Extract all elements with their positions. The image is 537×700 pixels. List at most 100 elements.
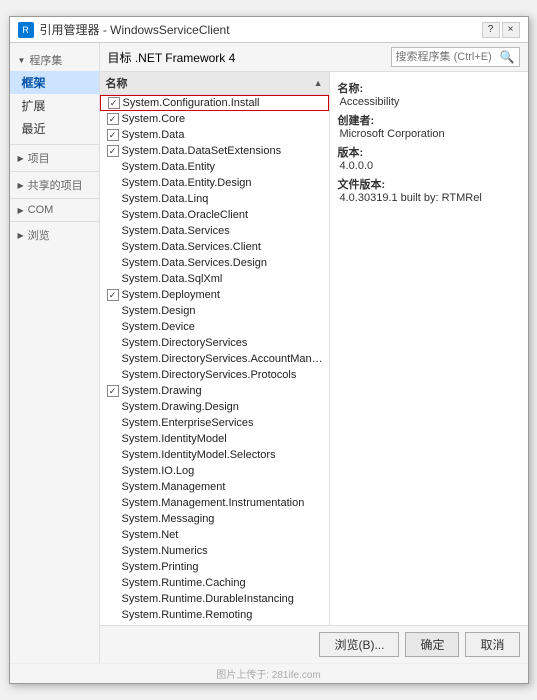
checkbox-area <box>104 321 122 333</box>
checkbox-area <box>104 161 122 173</box>
list-item[interactable]: System.Data.DataSetExtensions <box>100 143 329 159</box>
title-bar-left: R 引用管理器 - WindowsServiceClient <box>18 21 230 38</box>
list-item[interactable]: System.Design <box>100 303 329 319</box>
projects-header[interactable]: ▶ 项目 <box>10 147 99 169</box>
checkbox-area <box>104 497 122 509</box>
app-icon: R <box>18 22 34 38</box>
sidebar: ▼ 程序集 框架 扩展 最近 ▶ 项目 ▶ 共享的项目 ▶ COM <box>10 43 100 663</box>
ok-button[interactable]: 确定 <box>405 632 459 657</box>
assembly-name: System.Data.Entity <box>122 161 325 173</box>
watermark-text: 图片上传于: 281ife.com <box>216 670 320 681</box>
reference-manager-window: R 引用管理器 - WindowsServiceClient ? × ▼ 程序集… <box>9 16 529 684</box>
list-item[interactable]: System.Core <box>100 111 329 127</box>
name-row: 名称: Accessibility <box>338 80 520 108</box>
list-item[interactable]: System.Messaging <box>100 511 329 527</box>
cancel-button[interactable]: 取消 <box>465 632 519 657</box>
assembly-name: System.Data.Services.Design <box>122 257 325 269</box>
name-column-header: 名称 <box>106 75 128 91</box>
list-item[interactable]: System.Runtime.DurableInstancing <box>100 591 329 607</box>
list-item[interactable]: System.Printing <box>100 559 329 575</box>
list-item[interactable]: System.Net <box>100 527 329 543</box>
window-title: 引用管理器 - WindowsServiceClient <box>40 21 230 38</box>
list-item[interactable]: System.Management.Instrumentation <box>100 495 329 511</box>
sidebar-item-extensions[interactable]: 扩展 <box>10 94 99 117</box>
checkbox-checked[interactable] <box>107 289 119 301</box>
assemblies-header[interactable]: ▼ 程序集 <box>10 49 99 71</box>
search-input[interactable] <box>396 51 496 63</box>
checkbox-checked[interactable] <box>108 97 120 109</box>
content-area: ▼ 程序集 框架 扩展 最近 ▶ 项目 ▶ 共享的项目 ▶ COM <box>10 43 528 663</box>
checkbox-area <box>104 225 122 237</box>
name-value: Accessibility <box>338 96 520 108</box>
checkbox-area <box>104 609 122 621</box>
assemblies-label: 程序集 <box>29 52 62 68</box>
list-item[interactable]: System.Drawing <box>100 383 329 399</box>
list-item[interactable]: System.Data.Linq <box>100 191 329 207</box>
checkbox-checked[interactable] <box>107 113 119 125</box>
list-item[interactable]: System.IdentityModel.Selectors <box>100 447 329 463</box>
list-item[interactable]: System.Drawing.Design <box>100 399 329 415</box>
checkbox-checked[interactable] <box>107 129 119 141</box>
assembly-name: System.Configuration.Install <box>123 97 324 109</box>
help-button[interactable]: ? <box>482 22 500 38</box>
list-item[interactable]: System.Data.Entity.Design <box>100 175 329 191</box>
list-item[interactable]: System.DirectoryServices.Protocols <box>100 367 329 383</box>
list-item[interactable]: System.EnterpriseServices <box>100 415 329 431</box>
list-item[interactable]: System.IO.Log <box>100 463 329 479</box>
close-button[interactable]: × <box>502 22 520 38</box>
assembly-name: System.Management.Instrumentation <box>122 497 325 509</box>
list-item[interactable]: System.Data.Services.Design <box>100 255 329 271</box>
checkbox-area <box>104 337 122 349</box>
list-item[interactable]: System.Data.Services <box>100 223 329 239</box>
creator-label: 创建者: <box>338 112 520 128</box>
checkbox-checked[interactable] <box>107 145 119 157</box>
divider-1 <box>10 144 99 145</box>
list-item[interactable]: System.Device <box>100 319 329 335</box>
sort-indicator: ▲ <box>314 78 323 88</box>
list-item[interactable]: System.Deployment <box>100 287 329 303</box>
assembly-name: System.Data.SqlXml <box>122 273 325 285</box>
list-item[interactable]: System.Runtime.Remoting <box>100 607 329 623</box>
list-item[interactable]: System.Data.Services.Client <box>100 239 329 255</box>
assembly-list-panel[interactable]: 名称 ▲ System.Configuration.Install System.… <box>100 72 330 625</box>
checkbox-checked[interactable] <box>107 385 119 397</box>
assembly-name: System.DirectoryServices.AccountManage <box>122 353 325 365</box>
list-item[interactable]: System.Data <box>100 127 329 143</box>
main-body: 名称 ▲ System.Configuration.Install System.… <box>100 72 528 625</box>
browse-button[interactable]: 浏览(B)... <box>319 632 399 657</box>
list-header: 名称 ▲ <box>100 72 329 95</box>
list-item[interactable]: System.Data.SqlXml <box>100 271 329 287</box>
list-item[interactable]: System.Management <box>100 479 329 495</box>
expand-icon-shared: ▶ <box>18 181 24 190</box>
list-item[interactable]: System.Configuration.Install <box>100 95 329 111</box>
assembly-name: System.Core <box>122 113 325 125</box>
assembly-name: System.Deployment <box>122 289 325 301</box>
title-bar: R 引用管理器 - WindowsServiceClient ? × <box>10 17 528 43</box>
name-label: 名称: <box>338 80 520 96</box>
checkbox-area <box>104 113 122 125</box>
title-bar-buttons: ? × <box>482 22 520 38</box>
com-header[interactable]: ▶ COM <box>10 201 99 219</box>
list-item[interactable]: System.IdentityModel <box>100 431 329 447</box>
checkbox-area <box>104 385 122 397</box>
sidebar-item-framework[interactable]: 框架 <box>10 71 99 94</box>
expand-icon: ▼ <box>18 56 26 65</box>
list-item[interactable]: System.DirectoryServices <box>100 335 329 351</box>
list-item[interactable]: System.Data.OracleClient <box>100 207 329 223</box>
list-item[interactable]: System.Runtime.Caching <box>100 575 329 591</box>
checkbox-area <box>104 273 122 285</box>
checkbox-area <box>104 145 122 157</box>
search-box[interactable]: 🔍 <box>391 47 520 67</box>
sidebar-item-recent[interactable]: 最近 <box>10 117 99 140</box>
assembly-name: System.Numerics <box>122 545 325 557</box>
list-item[interactable]: System.Numerics <box>100 543 329 559</box>
assembly-name: System.Printing <box>122 561 325 573</box>
assembly-name: System.Runtime.Caching <box>122 577 325 589</box>
list-item[interactable]: System.Data.Entity <box>100 159 329 175</box>
assembly-name: System.Data <box>122 129 325 141</box>
shared-header[interactable]: ▶ 共享的项目 <box>10 174 99 196</box>
info-panel: 名称: Accessibility 创建者: Microsoft Corpora… <box>330 72 528 625</box>
checkbox-area <box>104 577 122 589</box>
list-item[interactable]: System.DirectoryServices.AccountManage <box>100 351 329 367</box>
browse-header[interactable]: ▶ 浏览 <box>10 224 99 246</box>
